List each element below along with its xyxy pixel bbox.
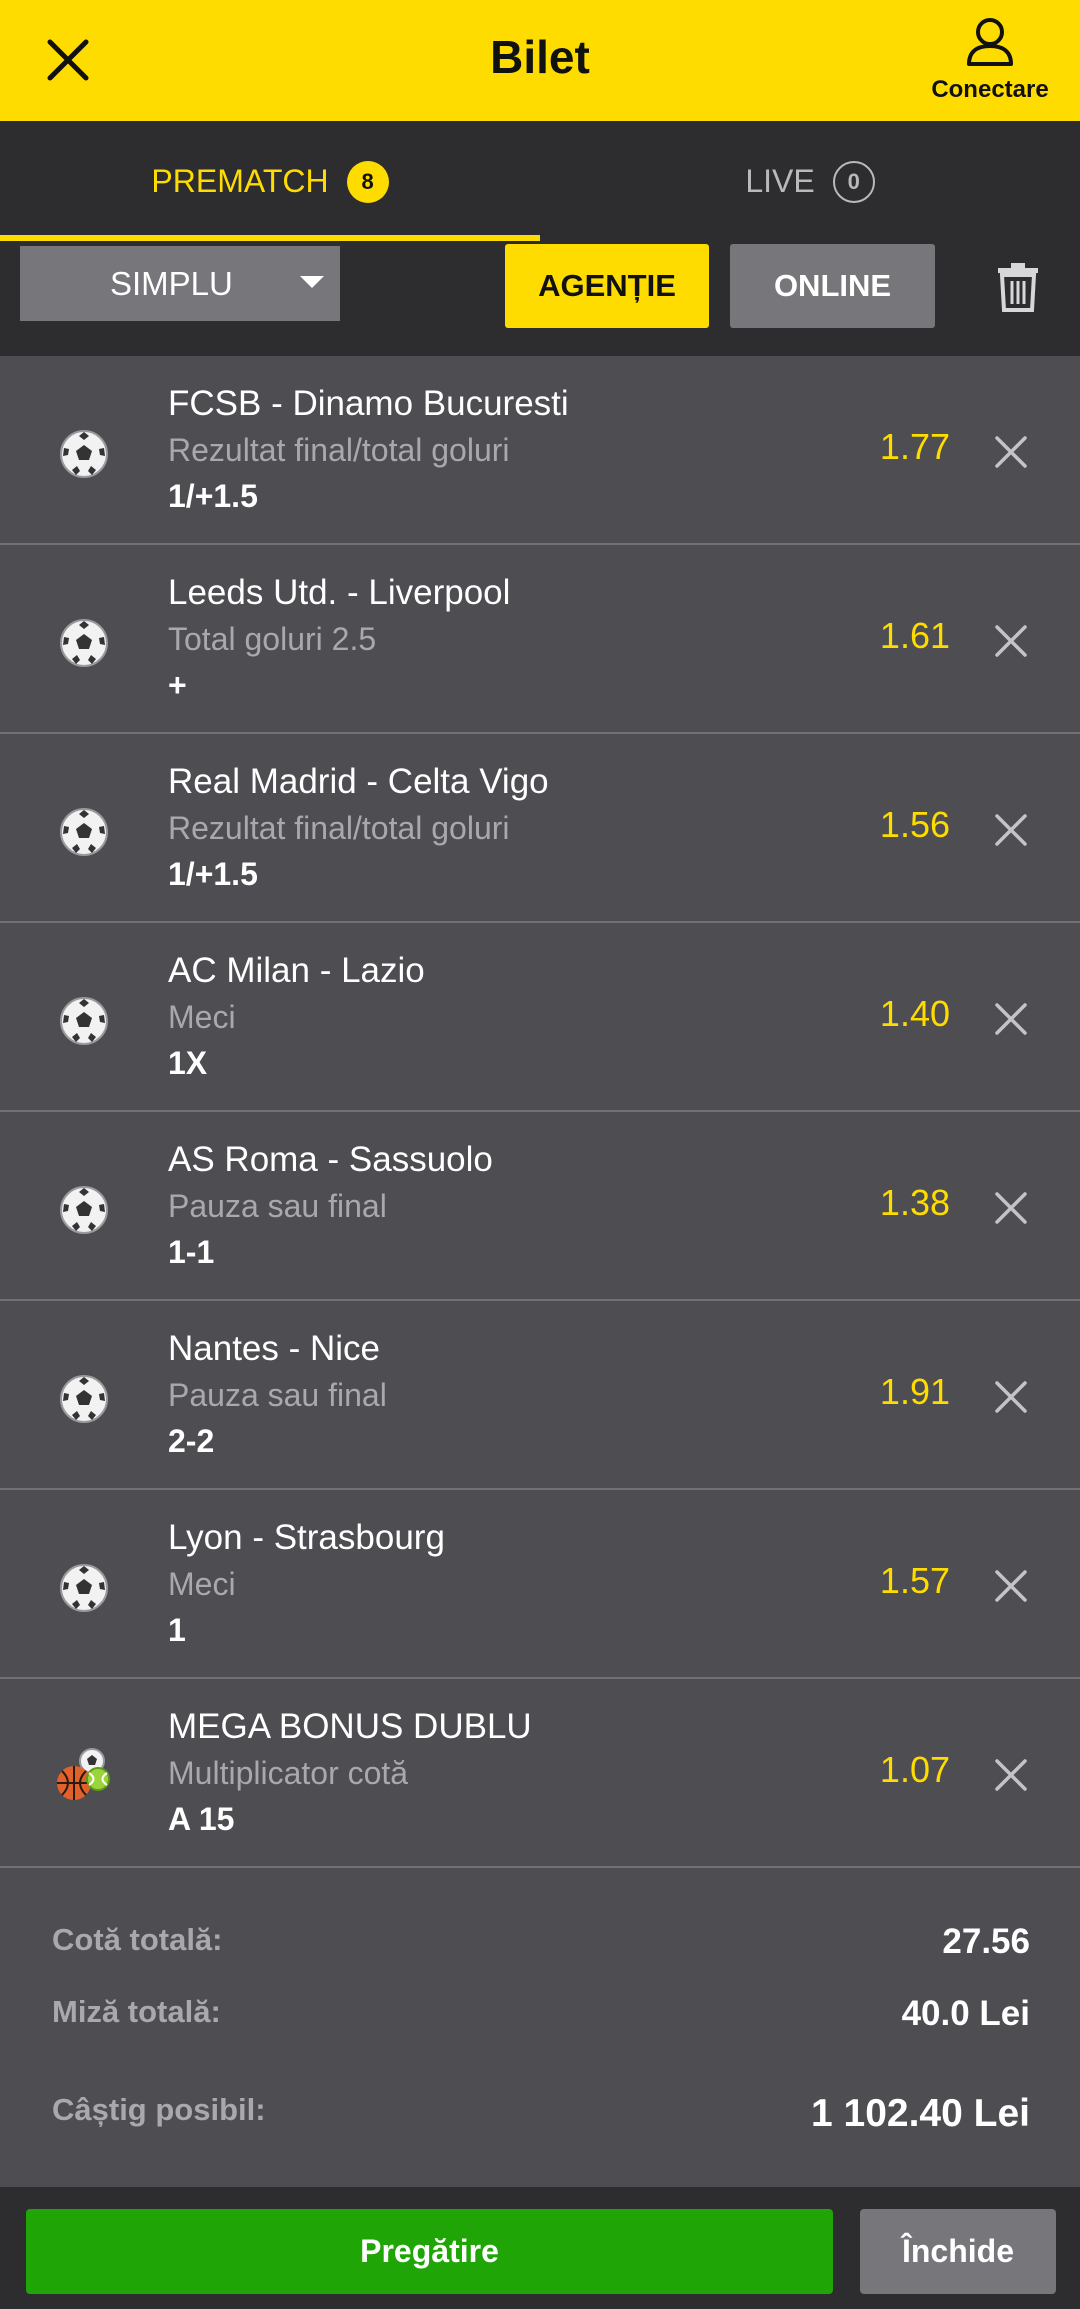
bet-match-name: Lyon - Strasbourg bbox=[168, 1518, 445, 1557]
app-header: Bilet Conectare bbox=[0, 0, 1080, 121]
remove-bet-icon[interactable] bbox=[991, 1566, 1031, 1606]
total-stake-label: Miză totală: bbox=[52, 1994, 221, 2029]
bet-market: Pauza sau final bbox=[168, 1377, 387, 1413]
possible-win-label: Câștig posibil: bbox=[52, 2092, 266, 2127]
select-value: SIMPLU bbox=[110, 264, 233, 302]
soccer-ball-icon bbox=[58, 1184, 110, 1236]
user-icon bbox=[967, 18, 1013, 66]
bet-odd: 1.40 bbox=[879, 993, 950, 1034]
bet-match-name: FCSB - Dinamo Bucuresti bbox=[168, 384, 569, 423]
bet-odd: 1.91 bbox=[879, 1371, 950, 1412]
bet-pick: 1-1 bbox=[168, 1234, 215, 1270]
bet-market: Meci bbox=[168, 999, 236, 1035]
prepare-button[interactable]: Pregătire bbox=[26, 2209, 833, 2294]
soccer-ball-icon bbox=[58, 1373, 110, 1425]
total-stake-value[interactable]: 40.0 Lei bbox=[902, 1994, 1030, 2034]
trash-icon[interactable] bbox=[996, 262, 1040, 312]
remove-bet-icon[interactable] bbox=[991, 1188, 1031, 1228]
soccer-ball-icon bbox=[58, 806, 110, 858]
remove-bet-icon[interactable] bbox=[991, 1377, 1031, 1417]
remove-bet-icon[interactable] bbox=[991, 810, 1031, 850]
bet-row[interactable]: Real Madrid - Celta Vigo Rezultat final/t… bbox=[0, 734, 1080, 923]
bet-market: Rezultat final/total goluri bbox=[168, 810, 510, 846]
bet-market: Rezultat final/total goluri bbox=[168, 432, 510, 468]
bet-list: FCSB - Dinamo Bucuresti Rezultat final/to… bbox=[0, 356, 1080, 1868]
close-ticket-button[interactable]: Închide bbox=[860, 2209, 1056, 2294]
bet-pick: 1X bbox=[168, 1045, 208, 1081]
bet-pick: 1 bbox=[168, 1612, 186, 1648]
tab-label: LIVE bbox=[745, 163, 815, 199]
count-badge: 8 bbox=[346, 160, 389, 203]
remove-bet-icon[interactable] bbox=[991, 432, 1031, 472]
bet-row[interactable]: MEGA BONUS DUBLU Multiplicator cotă A 15 1.… bbox=[0, 1679, 1080, 1868]
total-odds-label: Cotă totală: bbox=[52, 1922, 223, 1957]
bet-match-name: AS Roma - Sassuolo bbox=[168, 1140, 493, 1179]
bet-row[interactable]: Lyon - Strasbourg Meci 1 1.57 bbox=[0, 1490, 1080, 1679]
login-button[interactable]: Conectare bbox=[918, 16, 1062, 106]
bet-pick: 1/+1.5 bbox=[168, 856, 258, 892]
bet-odd: 1.56 bbox=[879, 804, 950, 845]
active-tab-indicator bbox=[0, 235, 540, 241]
remove-bet-icon[interactable] bbox=[991, 999, 1031, 1039]
bet-row[interactable]: AC Milan - Lazio Meci 1X 1.40 bbox=[0, 923, 1080, 1112]
ticket-footer: Pregătire Închide bbox=[0, 2187, 1080, 2309]
online-button[interactable]: ONLINE bbox=[730, 244, 935, 328]
bet-row[interactable]: Leeds Utd. - Liverpool Total goluri 2.5 +1… bbox=[0, 545, 1080, 734]
remove-bet-icon[interactable] bbox=[991, 621, 1031, 661]
ticket-summary: Cotă totală: 27.56 Miză totală: 40.0 Lei… bbox=[0, 1870, 1080, 2187]
remove-bet-icon[interactable] bbox=[991, 1755, 1031, 1795]
bet-pick: + bbox=[168, 667, 187, 703]
bet-market: Multiplicator cotă bbox=[168, 1755, 409, 1791]
soccer-ball-icon bbox=[58, 1562, 110, 1614]
bet-row[interactable]: Nantes - Nice Pauza sau final 2-2 1.91 bbox=[0, 1301, 1080, 1490]
bet-row[interactable]: AS Roma - Sassuolo Pauza sau final 1-1 1.38 bbox=[0, 1112, 1080, 1301]
bet-odd: 1.07 bbox=[879, 1749, 950, 1790]
bet-match-name: Real Madrid - Celta Vigo bbox=[168, 762, 549, 801]
bet-type-select[interactable]: SIMPLU bbox=[20, 246, 340, 321]
soccer-ball-icon bbox=[58, 995, 110, 1047]
bet-market: Total goluri 2.5 bbox=[168, 621, 377, 657]
bet-market: Meci bbox=[168, 1566, 236, 1602]
bet-row[interactable]: FCSB - Dinamo Bucuresti Rezultat final/to… bbox=[0, 356, 1080, 545]
ticket-tabs: PREMATCH 8 LIVE 0 bbox=[0, 121, 1080, 242]
agentie-button[interactable]: AGENȚIE bbox=[505, 244, 709, 328]
bet-pick: A 15 bbox=[168, 1801, 235, 1837]
caret-down-icon bbox=[300, 276, 324, 288]
possible-win-value: 1 102.40 Lei bbox=[811, 2092, 1030, 2135]
bet-toolbar: SIMPLU AGENȚIE ONLINE bbox=[0, 242, 1080, 356]
count-badge: 0 bbox=[832, 160, 875, 203]
bet-odd: 1.57 bbox=[879, 1560, 950, 1601]
tab-live[interactable]: LIVE 0 bbox=[540, 121, 1080, 242]
bet-odd: 1.77 bbox=[879, 426, 950, 467]
bet-pick: 2-2 bbox=[168, 1423, 215, 1459]
bet-market: Pauza sau final bbox=[168, 1188, 387, 1224]
bet-match-name: MEGA BONUS DUBLU bbox=[168, 1707, 532, 1746]
bet-match-name: Nantes - Nice bbox=[168, 1329, 381, 1368]
login-label: Conectare bbox=[931, 76, 1049, 103]
bet-match-name: Leeds Utd. - Liverpool bbox=[168, 573, 511, 612]
soccer-ball-icon bbox=[58, 617, 110, 669]
bet-odd: 1.38 bbox=[879, 1182, 950, 1223]
tab-label: PREMATCH bbox=[151, 163, 329, 199]
soccer-ball-icon bbox=[58, 428, 110, 480]
bet-pick: 1/+1.5 bbox=[168, 478, 258, 514]
tab-prematch[interactable]: PREMATCH 8 bbox=[0, 121, 540, 242]
total-odds-value: 27.56 bbox=[942, 1922, 1030, 1961]
bet-odd: 1.61 bbox=[879, 615, 950, 656]
multi-sport-icon bbox=[54, 1745, 110, 1800]
bet-match-name: AC Milan - Lazio bbox=[168, 951, 425, 990]
